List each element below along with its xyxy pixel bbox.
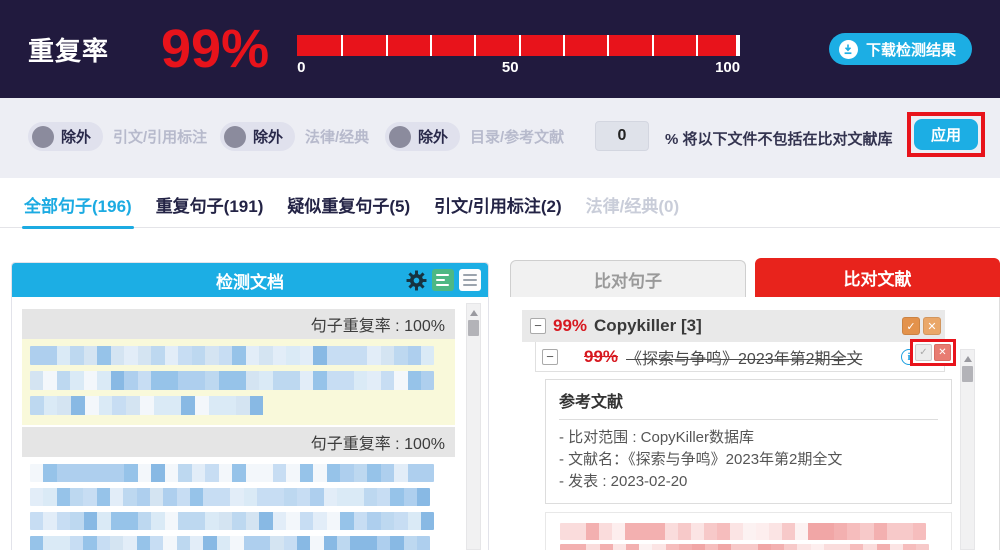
settings-gear-icon[interactable] — [405, 269, 427, 291]
tab-citations[interactable]: 引文/引用标注(2) — [432, 192, 564, 227]
group-exclude-button[interactable]: ✕ — [923, 317, 941, 335]
right-panel-scrollbar[interactable] — [960, 349, 975, 550]
law-exclude-toggle[interactable]: 除外 — [220, 122, 296, 151]
reference-scope: - 比对范围 : CopyKiller数据库 — [559, 429, 755, 446]
repeat-rate-title: 重复率 — [28, 35, 110, 66]
sentence-rate-bar: 句子重复率 : 100% — [22, 427, 455, 457]
apply-annotation-box: 应用 — [907, 112, 985, 157]
download-button-label: 下载检测结果 — [865, 41, 956, 59]
tab-suspected-duplicates[interactable]: 疑似重复句子(5) — [285, 192, 412, 227]
reference-date: - 发表 : 2023-02-20 — [559, 473, 688, 490]
item-annotation-box: ✓ ✕ — [910, 339, 956, 366]
plain-view-icon[interactable] — [459, 269, 481, 291]
sentence-rate-label: 句子重复率 : 100% — [310, 436, 445, 453]
highlight-view-icon[interactable] — [432, 269, 454, 291]
detected-document-body: 句子重复率 : 100% 句子重复率 : 100% — [12, 297, 488, 550]
reference-heading: 参考文献 — [559, 388, 938, 420]
repeat-meter-fill — [297, 34, 736, 56]
apply-button[interactable]: 应用 — [914, 119, 978, 150]
toggle-group-law: 除外 法律/经典 — [220, 122, 369, 151]
toggle-knob-icon — [389, 125, 411, 148]
detected-document-header: 检测文档 — [12, 263, 488, 297]
scroll-up-icon[interactable] — [963, 356, 972, 362]
tab-compare-documents[interactable]: 比对文献 — [755, 258, 1000, 297]
toggle-state-label: 除外 — [418, 129, 449, 146]
detected-document-panel: 检测文档 句子重复率: 100% 句子重复率: 100% — [11, 262, 489, 550]
main-content: 检测文档 句子重复率: 100% 句子重复率: 100% 比对句子 比对文献… — [0, 250, 1000, 550]
toggle-knob-icon — [224, 125, 246, 148]
threshold-note: % 将以下文件不包括在比对文献库 — [665, 131, 893, 148]
meter-max-label: 100 — [715, 58, 741, 76]
group-percent: 99% — [553, 316, 588, 335]
item-percent: 99% — [584, 346, 619, 366]
toggle-knob-icon — [32, 125, 54, 148]
sentence-rate-bar: 句子重复率 : 100% — [22, 309, 455, 339]
sentence-tabs-bar: 全部句子(196) 重复句子(191) 疑似重复句子(5) 引文/引用标注(2)… — [0, 190, 1000, 229]
meter-mid-label: 50 — [501, 58, 519, 76]
redacted-text-block-plain — [22, 457, 455, 550]
download-results-button[interactable]: 下载检测结果 — [828, 33, 972, 65]
citation-toggle-label: 引文/引用标注 — [113, 129, 208, 146]
toggle-state-label: 除外 — [253, 129, 284, 146]
download-icon — [838, 39, 858, 59]
group-accept-button[interactable]: ✓ — [902, 317, 920, 335]
source-document-row: − 99% 《探索与争鸣》2023年第2期全文 i ✓ ✕ — [535, 339, 956, 372]
scrollbar-thumb[interactable] — [468, 320, 479, 336]
redacted-text-block-highlighted — [22, 339, 455, 425]
reference-name: - 文献名：《探索与争鸣》2023年第2期全文 — [559, 451, 843, 468]
item-title: 《探索与争鸣》2023年第2期全文 — [626, 350, 863, 368]
repeat-rate-meter: 0 50 100 — [297, 34, 741, 76]
tab-compare-sentences[interactable]: 比对句子 — [510, 260, 746, 297]
left-panel-scrollbar[interactable] — [466, 303, 481, 550]
meter-min-label: 0 — [297, 58, 306, 76]
repeat-rate-value: 99% — [161, 19, 270, 79]
item-accept-button[interactable]: ✓ — [915, 344, 932, 361]
group-actions: ✓ ✕ — [902, 317, 941, 335]
citation-exclude-toggle[interactable]: 除外 — [28, 122, 104, 151]
law-toggle-label: 法律/经典 — [305, 129, 370, 146]
scroll-up-icon[interactable] — [469, 310, 478, 316]
exclusion-filter-bar: 除外 引文/引用标注 除外 法律/经典 除外 目录/参考文献 % 将以下文件不包… — [0, 98, 1000, 178]
meter-scale: 0 50 100 — [297, 59, 740, 76]
group-name: Copykiller [3] — [594, 316, 702, 335]
toggle-group-citation: 除外 引文/引用标注 — [28, 122, 207, 151]
tab-duplicate-sentences[interactable]: 重复句子(191) — [154, 192, 266, 227]
scrollbar-thumb[interactable] — [962, 366, 973, 382]
redacted-source-text-block — [545, 512, 952, 550]
comparison-body: − 99% Copykiller [3] ✓ ✕ − 99% 《探索与争鸣》20… — [510, 297, 1000, 550]
item-exclude-button[interactable]: ✕ — [934, 344, 951, 361]
toc-exclude-toggle[interactable]: 除外 — [385, 122, 461, 151]
tab-all-sentences[interactable]: 全部句子(196) — [22, 192, 134, 229]
comparison-panel: 比对句子 比对文献 − 99% Copykiller [3] ✓ ✕ − 99%… — [510, 258, 1000, 550]
reference-details-box: 参考文献 - 比对范围 : CopyKiller数据库 - 文献名：《探索与争鸣… — [545, 379, 952, 504]
collapse-group-button[interactable]: − — [530, 318, 546, 334]
sentence-tabs-row: 全部句子(196) 重复句子(191) 疑似重复句子(5) 引文/引用标注(2)… — [0, 178, 1000, 250]
sentence-rate-label: 句子重复率 : 100% — [310, 318, 445, 335]
source-group-row: − 99% Copykiller [3] ✓ ✕ — [522, 310, 945, 342]
result-header: 重复率 99% 0 50 100 下载检测结果 — [0, 0, 1000, 98]
meter-bar — [297, 34, 741, 56]
toggle-group-toc: 除外 目录/参考文献 — [385, 122, 564, 151]
toggle-state-label: 除外 — [61, 129, 92, 146]
tab-law-classics: 法律/经典(0) — [585, 197, 680, 216]
collapse-item-button[interactable]: − — [542, 348, 558, 365]
toc-toggle-label: 目录/参考文献 — [470, 129, 565, 146]
threshold-percent-input[interactable] — [595, 121, 649, 151]
